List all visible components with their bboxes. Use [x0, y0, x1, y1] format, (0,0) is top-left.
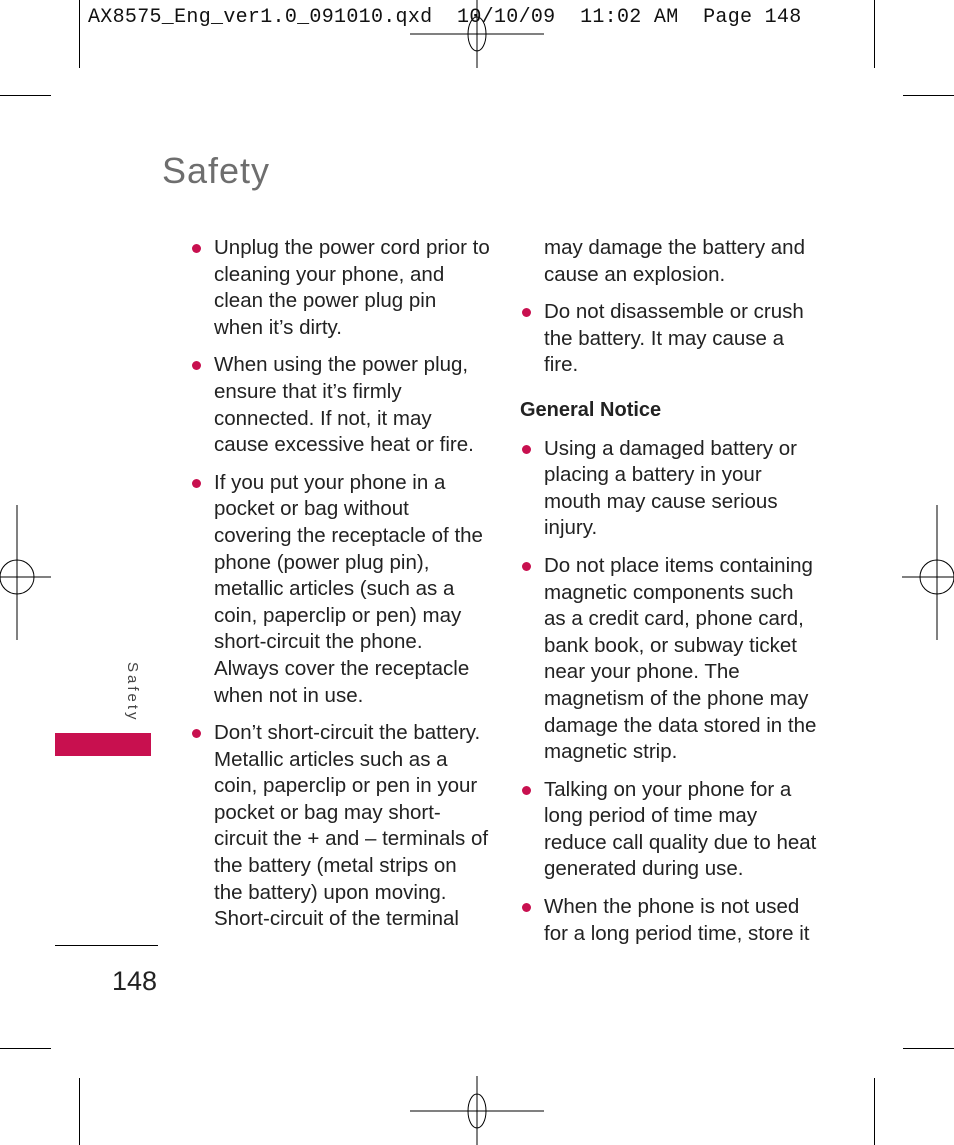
crop-mark	[79, 1078, 80, 1145]
crop-mark	[0, 1048, 51, 1049]
bullet-icon	[522, 308, 531, 318]
list-item: When the phone is not used for a long pe…	[520, 894, 820, 947]
bullet-icon	[192, 244, 201, 253]
crop-mark	[903, 1048, 954, 1049]
bullet-icon	[522, 561, 531, 571]
section-heading: General Notice	[520, 398, 662, 421]
bullet-icon	[192, 729, 201, 739]
page-number: 148	[112, 966, 158, 996]
crop-mark	[874, 1078, 875, 1145]
list-item: If you put your phone in a pocket or bag…	[190, 470, 490, 709]
crop-mark	[79, 0, 80, 68]
footer-rule	[55, 945, 158, 946]
registration-mark-icon	[410, 1076, 544, 1145]
registration-mark-icon	[0, 505, 51, 640]
list-item: Do not place items containing magnetic c…	[520, 553, 820, 766]
registration-mark-icon	[902, 505, 954, 640]
list-item: Don’t short-circuit the battery. Metalli…	[190, 720, 490, 933]
list-item: Unplug the power cord prior to cleaning …	[190, 235, 490, 341]
continued-text: may damage the battery and cause an expl…	[544, 236, 805, 286]
bullet-icon	[192, 478, 201, 488]
crop-mark	[874, 0, 875, 68]
bullet-list: Unplug the power cord prior to cleaning …	[190, 235, 490, 933]
side-tab-marker	[55, 733, 151, 756]
print-slug: AX8575_Eng_ver1.0_091010.qxd 10/10/09 11…	[88, 6, 802, 29]
side-tab-label: Safety	[124, 662, 141, 723]
left-column: Unplug the power cord prior to cleaning …	[190, 235, 490, 944]
page-title: Safety	[162, 150, 271, 191]
bullet-list: Using a damaged battery or placing a bat…	[520, 436, 820, 948]
bullet-icon	[522, 444, 531, 454]
list-item: Using a damaged battery or placing a bat…	[520, 436, 820, 542]
list-item: When using the power plug, ensure that i…	[190, 352, 490, 458]
list-item: Talking on your phone for a long period …	[520, 777, 820, 883]
list-item: Do not disassemble or crush the battery.…	[520, 299, 820, 379]
crop-mark	[0, 95, 51, 96]
bullet-list: Do not disassemble or crush the battery.…	[520, 299, 820, 379]
bullet-icon	[192, 361, 201, 371]
bullet-icon	[522, 785, 531, 795]
right-column: may damage the battery and cause an expl…	[520, 235, 820, 958]
crop-mark	[903, 95, 954, 96]
bullet-icon	[522, 903, 531, 913]
